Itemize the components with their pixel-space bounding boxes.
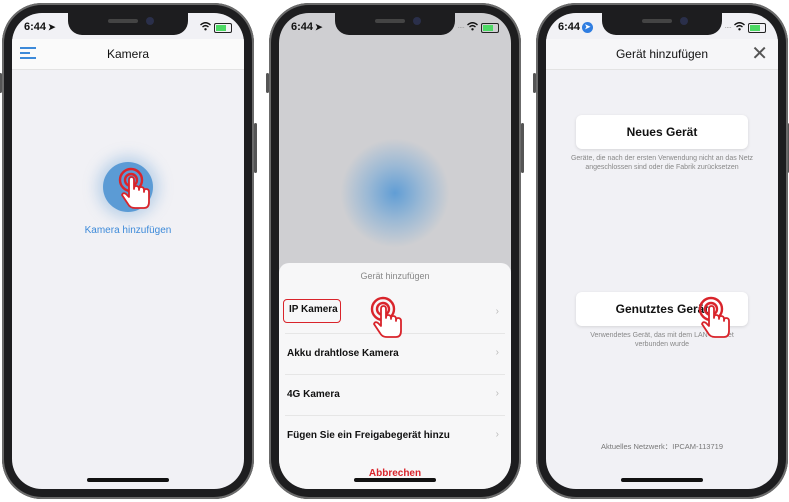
sheet-item-shared-device[interactable]: Fügen Sie ein Freigabegerät hinzu › [285,416,505,456]
battery-icon [214,22,232,33]
notch [335,13,455,35]
screen: 6:44 ➤ Kamera Kamera hinzufügen [12,13,244,489]
location-arrow-icon: ➤ [48,22,56,32]
tap-hand-icon [696,296,736,340]
blurred-add-button [340,138,450,248]
cancel-button[interactable]: Abbrechen [279,456,511,479]
chevron-right-icon: › [495,306,499,317]
notch [602,13,722,35]
home-indicator [621,478,703,482]
chevron-right-icon: › [495,347,499,358]
location-arrow-icon: ➤ [315,22,323,32]
screen: 6:44 ➤ ···· Gerät hinzufügen IP Kamera › … [279,13,511,489]
page-title: Gerät hinzufügen [615,47,709,61]
phone-camera-screen: 6:44 ➤ Kamera Kamera hinzufügen [0,3,257,499]
sheet-item-4g-camera[interactable]: 4G Kamera › [285,375,505,416]
nav-bar: Kamera [12,39,244,70]
sheet-item-label: Fügen Sie ein Freigabegerät hinzu [287,430,450,441]
battery-icon [748,22,766,33]
status-time: 6:44 ➤ [24,21,56,33]
sheet-item-label: Akku drahtlose Kamera [287,348,399,359]
nav-bar: Gerät hinzufügen ✕ [546,39,778,70]
new-device-description: Geräte, die nach der ersten Verwendung n… [570,155,754,171]
system-icons: ···· [457,22,499,33]
tap-hand-icon [368,296,408,340]
wifi-icon [467,22,478,33]
page-title: Kamera [106,47,150,61]
home-indicator [354,478,436,482]
home-indicator [87,478,169,482]
signal-dots-icon: ···· [457,23,465,32]
wifi-icon [734,22,745,33]
screen: 6:44 ➤ ···· Gerät hinzufügen ✕ Neues Gerä… [546,13,778,489]
close-icon[interactable]: ✕ [751,41,768,66]
chevron-right-icon: › [495,388,499,399]
notch [68,13,188,35]
chevron-right-icon: › [495,429,499,440]
system-icons: ···· [724,22,766,33]
phone-add-device-sheet: 6:44 ➤ ···· Gerät hinzufügen IP Kamera › … [266,3,524,499]
current-network-label: Aktuelles Netzwerk：IPCAM-113719 [601,442,723,451]
sheet-title: Gerät hinzufügen [360,271,430,281]
status-time: 6:44 ➤ [558,21,594,33]
add-camera-label[interactable]: Kamera hinzufügen [12,225,244,236]
wifi-icon [200,22,211,33]
system-icons [200,22,232,33]
location-badge-icon: ➤ [582,22,594,33]
sheet-item-battery-camera[interactable]: Akku drahtlose Kamera › [285,334,505,375]
sheet-item-label: 4G Kamera [287,389,340,400]
sheet-item-label: IP Kamera [289,304,338,315]
tap-hand-icon [116,167,156,211]
battery-icon [481,22,499,33]
signal-dots-icon: ···· [724,23,732,32]
new-device-button[interactable]: Neues Gerät [576,115,748,149]
status-time: 6:44 ➤ [291,21,323,33]
phone-device-type-screen: 6:44 ➤ ···· Gerät hinzufügen ✕ Neues Gerä… [533,3,789,499]
